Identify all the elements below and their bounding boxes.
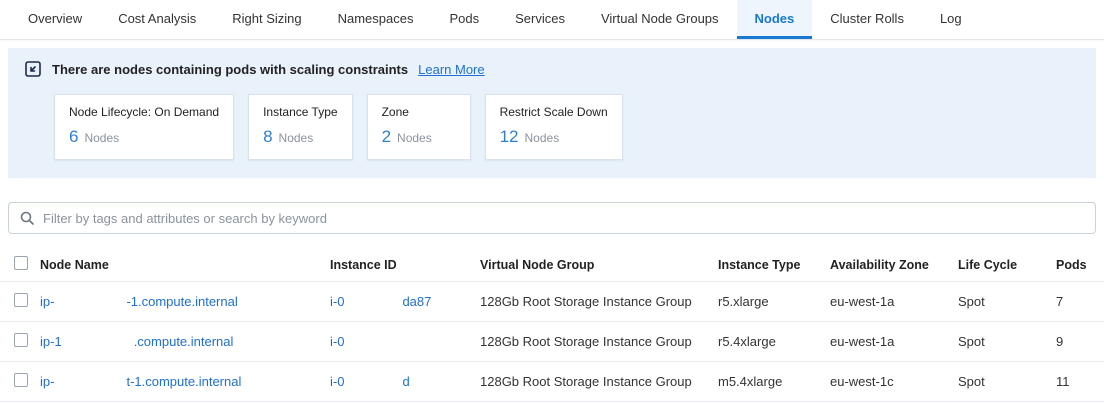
- banner-message: There are nodes containing pods with sca…: [52, 62, 408, 77]
- constraint-cards: Node Lifecycle: On Demand 6 Nodes Instanc…: [54, 94, 1080, 160]
- row-checkbox[interactable]: [14, 293, 28, 307]
- card-restrict-scale-down[interactable]: Restrict Scale Down 12 Nodes: [485, 94, 623, 160]
- pods-cell: 7: [1056, 294, 1104, 309]
- table-header-row: Node Name Instance ID Virtual Node Group…: [0, 248, 1104, 282]
- header-pods: Pods: [1056, 258, 1104, 272]
- table-row: ip-1.compute.internal i-0 128Gb Root Sto…: [0, 322, 1104, 362]
- instance-type-cell: m5.4xlarge: [718, 374, 830, 389]
- tab-overview[interactable]: Overview: [10, 0, 100, 39]
- life-cycle-cell: Spot: [958, 334, 1056, 349]
- card-zone[interactable]: Zone 2 Nodes: [367, 94, 471, 160]
- search-input[interactable]: [43, 211, 1085, 226]
- table-row: ip-t-1.compute.internal i-0d 128Gb Root …: [0, 362, 1104, 402]
- tab-cluster-rolls[interactable]: Cluster Rolls: [812, 0, 922, 39]
- node-name-link[interactable]: ip-t-1.compute.internal: [40, 374, 241, 389]
- tab-right-sizing[interactable]: Right Sizing: [214, 0, 319, 39]
- instance-id-link[interactable]: i-0da87: [330, 294, 431, 309]
- node-name-link[interactable]: ip--1.compute.internal: [40, 294, 238, 309]
- virtual-node-group-cell: 128Gb Root Storage Instance Group: [480, 334, 718, 349]
- tab-cost-analysis[interactable]: Cost Analysis: [100, 0, 214, 39]
- card-count: 2: [382, 127, 391, 147]
- instance-type-cell: r5.4xlarge: [718, 334, 830, 349]
- learn-more-link[interactable]: Learn More: [418, 62, 484, 77]
- card-unit: Nodes: [279, 131, 314, 145]
- virtual-node-group-cell: 128Gb Root Storage Instance Group: [480, 374, 718, 389]
- filter-search-box: [8, 202, 1096, 234]
- instance-id-link[interactable]: i-0: [330, 334, 402, 349]
- row-checkbox[interactable]: [14, 333, 28, 347]
- tab-bar: Overview Cost Analysis Right Sizing Name…: [0, 0, 1104, 40]
- card-instance-type[interactable]: Instance Type 8 Nodes: [248, 94, 353, 160]
- header-availability-zone: Availability Zone: [830, 258, 958, 272]
- select-all-checkbox[interactable]: [14, 256, 28, 270]
- card-unit: Nodes: [525, 131, 560, 145]
- card-count: 6: [69, 127, 78, 147]
- tab-virtual-node-groups[interactable]: Virtual Node Groups: [583, 0, 737, 39]
- availability-zone-cell: eu-west-1c: [830, 374, 958, 389]
- card-title: Restrict Scale Down: [500, 105, 608, 119]
- tab-services[interactable]: Services: [497, 0, 583, 39]
- card-unit: Nodes: [397, 131, 432, 145]
- search-icon: [19, 210, 35, 226]
- row-checkbox[interactable]: [14, 373, 28, 387]
- availability-zone-cell: eu-west-1a: [830, 334, 958, 349]
- card-unit: Nodes: [84, 131, 119, 145]
- table-row: ip--1.compute.internal i-0da87 128Gb Roo…: [0, 282, 1104, 322]
- card-title: Instance Type: [263, 105, 338, 119]
- tab-pods[interactable]: Pods: [431, 0, 497, 39]
- availability-zone-cell: eu-west-1a: [830, 294, 958, 309]
- node-name-link[interactable]: ip-1.compute.internal: [40, 334, 233, 349]
- tab-namespaces[interactable]: Namespaces: [320, 0, 432, 39]
- instance-id-link[interactable]: i-0d: [330, 374, 410, 389]
- pods-cell: 11: [1056, 374, 1104, 389]
- header-instance-id: Instance ID: [330, 258, 480, 272]
- scaling-constraints-icon: [24, 60, 42, 78]
- life-cycle-cell: Spot: [958, 294, 1056, 309]
- card-node-lifecycle-on-demand[interactable]: Node Lifecycle: On Demand 6 Nodes: [54, 94, 234, 160]
- card-count: 12: [500, 127, 519, 147]
- life-cycle-cell: Spot: [958, 374, 1056, 389]
- header-instance-type: Instance Type: [718, 258, 830, 272]
- header-life-cycle: Life Cycle: [958, 258, 1056, 272]
- instance-type-cell: r5.xlarge: [718, 294, 830, 309]
- pods-cell: 9: [1056, 334, 1104, 349]
- card-title: Node Lifecycle: On Demand: [69, 105, 219, 119]
- header-virtual-node-group: Virtual Node Group: [480, 258, 718, 272]
- virtual-node-group-cell: 128Gb Root Storage Instance Group: [480, 294, 718, 309]
- card-count: 8: [263, 127, 272, 147]
- card-title: Zone: [382, 105, 456, 119]
- tab-nodes[interactable]: Nodes: [737, 0, 813, 39]
- scaling-constraints-banner: There are nodes containing pods with sca…: [8, 48, 1096, 178]
- header-node-name: Node Name: [40, 258, 330, 272]
- nodes-table: Node Name Instance ID Virtual Node Group…: [0, 248, 1104, 402]
- tab-log[interactable]: Log: [922, 0, 980, 39]
